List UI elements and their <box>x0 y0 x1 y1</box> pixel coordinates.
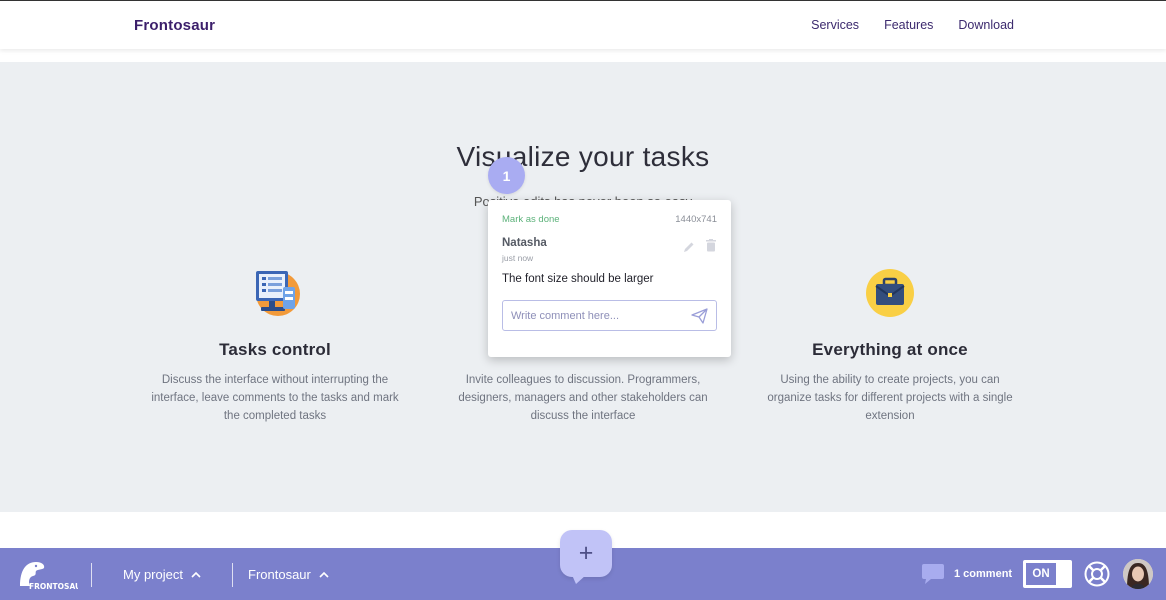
add-comment-button[interactable]: + <box>560 530 612 584</box>
user-avatar[interactable] <box>1123 559 1153 589</box>
hero-title: Visualize your tasks <box>456 141 710 172</box>
comment-input-box <box>502 300 717 331</box>
briefcase-icon <box>864 267 916 319</box>
project-dropdown[interactable]: My project <box>123 567 201 582</box>
feature-title: Everything at once <box>812 340 968 359</box>
pencil-icon[interactable] <box>683 240 695 252</box>
comment-text: The font size should be larger <box>502 273 654 285</box>
comment-timestamp: just now <box>502 253 534 263</box>
feature-everything-at-once: Everything at once Using the ability to … <box>760 267 1020 425</box>
feature-description: Invite colleagues to discussion. Program… <box>458 374 708 422</box>
toolbar-divider <box>91 563 92 587</box>
trash-icon[interactable] <box>705 239 717 252</box>
toggle-on-label: ON <box>1026 563 1056 585</box>
comment-author: Natasha <box>502 237 547 249</box>
brand-logo-text[interactable]: Frontosaur <box>134 17 215 34</box>
project-dropdown-label: My project <box>123 567 183 582</box>
task-list-monitor-icon <box>249 267 301 319</box>
feature-tasks-control: Tasks control Discuss the interface with… <box>145 267 405 425</box>
frontosaur-logo[interactable]: FRONTOSAUR <box>16 556 87 592</box>
comment-marker[interactable]: 1 <box>488 157 525 194</box>
top-navbar: Frontosaur Services Features Download <box>0 0 1166 49</box>
comment-popup: Mark as done 1440x741 Natasha just now T… <box>488 200 731 357</box>
screen-dimensions: 1440x741 <box>675 214 717 225</box>
plus-icon: + <box>578 539 594 567</box>
chevron-up-icon <box>319 571 329 578</box>
send-icon[interactable] <box>691 308 708 324</box>
feature-title: Tasks control <box>219 340 331 359</box>
nav-link-features[interactable]: Features <box>884 18 933 32</box>
comment-count[interactable]: 1 comment <box>954 568 1012 580</box>
logo-text: FRONTOSAUR <box>29 582 78 591</box>
toolbar-divider <box>232 563 233 587</box>
site-dropdown[interactable]: Frontosaur <box>248 567 329 582</box>
feature-description: Discuss the interface without interrupti… <box>151 374 399 422</box>
main-nav: Services Features Download <box>811 18 1014 32</box>
site-dropdown-label: Frontosaur <box>248 567 311 582</box>
nav-link-services[interactable]: Services <box>811 18 859 32</box>
nav-link-download[interactable]: Download <box>958 18 1014 32</box>
mark-as-done-button[interactable]: Mark as done <box>502 214 560 225</box>
lifebuoy-help-icon[interactable] <box>1083 560 1111 588</box>
feature-description: Using the ability to create projects, yo… <box>767 374 1013 422</box>
chevron-up-icon <box>191 571 201 578</box>
comment-input[interactable] <box>503 301 673 330</box>
comments-toggle[interactable]: ON <box>1023 560 1072 588</box>
comment-bubble-icon[interactable] <box>921 563 945 585</box>
